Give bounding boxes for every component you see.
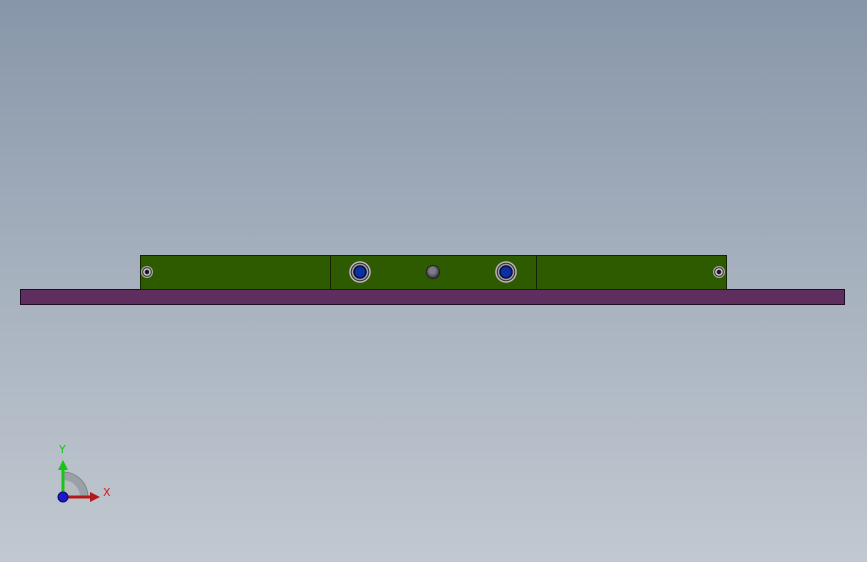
triad-z-axis bbox=[57, 491, 69, 503]
bolt-center-right[interactable] bbox=[495, 261, 517, 283]
base-plate[interactable] bbox=[20, 289, 845, 305]
triad-y-label: Y bbox=[59, 443, 66, 456]
center-pin[interactable] bbox=[426, 265, 440, 279]
triad-x-arrow bbox=[90, 492, 100, 502]
triad-x-label: X bbox=[103, 486, 111, 499]
rail-segment-right[interactable] bbox=[536, 255, 727, 290]
rail-segment-left[interactable] bbox=[140, 255, 331, 290]
triad-y-arrow bbox=[58, 460, 68, 470]
bolt-center-left[interactable] bbox=[349, 261, 371, 283]
graphics-viewport[interactable]: Y X bbox=[0, 0, 867, 562]
screw-left[interactable] bbox=[141, 266, 153, 278]
screw-right[interactable] bbox=[713, 266, 725, 278]
